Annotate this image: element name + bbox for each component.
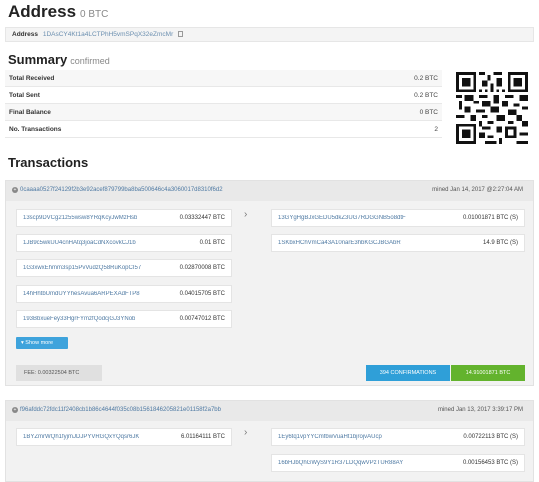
transaction-header: +0caaaa0527f24129f2b3e92acef879799ba8ba5… (6, 181, 533, 201)
summary-label: Total Sent (9, 91, 40, 99)
input-row: 1BYZmrWQh1fyjmJDJPYVRGQxYQqsr6JK 6.01164… (16, 428, 232, 446)
output-amount: 0.00722113 BTC (S) (463, 434, 518, 440)
input-row: 1JB9c5wkUU4cnHAtq3joaCdNXcovkCJ1b 0.01 B… (16, 234, 232, 252)
summary-row-total-sent: Total Sent 0.2 BTC (5, 87, 442, 104)
summary-title: Summary (8, 52, 68, 67)
input-address[interactable]: 1JB9c5wkUU4cnHAtq3joaCdNXcovkCJ1b (23, 240, 136, 246)
output-address[interactable]: 1Ey6tq1vpYYCmfbwVuaHt1bjrojvAUcp (278, 434, 382, 440)
output-address[interactable]: 1SKbxHChVmCa43A10narE3hbKGCJBGAbR (278, 240, 401, 246)
input-amount: 0.03332447 BTC (179, 215, 225, 221)
address-heading: Address 0 BTC (8, 2, 108, 22)
output-row: 1Ey6tq1vpYYCmfbwVuaHt1bjrojvAUcp 0.00722… (271, 428, 525, 446)
arrow-right-icon: › (244, 209, 248, 220)
summary-value: 2 (434, 125, 438, 133)
transactions-title: Transactions (8, 155, 89, 170)
summary-value: 0.2 BTC (414, 74, 438, 82)
address-label: Address (12, 31, 39, 38)
summary-heading: Summary confirmed (8, 52, 110, 67)
output-row: 16bHJbQhGWyS9Y1R37LDQqwVPzTUR88AY 0.0015… (271, 454, 525, 472)
output-address[interactable]: 13GYgHgBJxGEDU5dkZ3UG7RDGGNB5o8dtF (278, 215, 406, 221)
confirmations-badge[interactable]: 394 CONFIRMATIONS (366, 365, 450, 381)
transaction-hash[interactable]: 0caaaa0527f24129f2b3e92acef879799ba8ba50… (20, 187, 223, 193)
output-amount: 0.01001871 BTC (S) (462, 215, 518, 221)
mined-time: mined Jan 13, 2017 3:39:17 PM (437, 407, 523, 413)
summary-label: Total Received (9, 74, 55, 82)
summary-value: 0.2 BTC (414, 91, 438, 99)
input-amount: 0.01 BTC (199, 240, 225, 246)
transaction-header: + f96afddc72fdc11f2408cb1b86c4644f035c08b… (6, 401, 533, 421)
copy-icon[interactable] (178, 31, 184, 37)
input-address[interactable]: 1G3xwxEhmm3sp15PvVudzQ58RuKopCI57 (23, 265, 141, 271)
address-title: Address (8, 2, 77, 21)
address-bar: Address 1DAsCY4Kt1a4LCTPhH5vmSPqX32eZmcM… (5, 27, 534, 42)
input-amount: 0.04015705 BTC (179, 291, 225, 297)
input-address[interactable]: 13scp9DVCg21z55wsw8YRqKcyJwMzHsb (23, 215, 137, 221)
input-amount: 0.02870008 BTC (179, 265, 225, 271)
address-balance: 0 BTC (80, 9, 109, 20)
total-amount-badge[interactable]: 14.91001871 BTC (451, 365, 525, 381)
input-amount: 0.00747012 BTC (179, 316, 225, 322)
input-address[interactable]: 1BYZmrWQh1fyjmJDJPYVRGQxYQqsr6JK (23, 434, 139, 440)
input-row: 14hHhtbUmdUYYhesAvua6ARPEXAdFTP8 0.04015… (16, 285, 232, 303)
transaction-hash[interactable]: f96afddc72fdc11f2408cb1b86c4644f035c08b1… (20, 407, 221, 413)
input-row: 13scp9DVCg21z55wsw8YRqKcyJwMzHsb 0.03332… (16, 209, 232, 227)
summary-row-final-balance: Final Balance 0 BTC (5, 104, 442, 121)
summary-table: Total Received 0.2 BTC Total Sent 0.2 BT… (5, 70, 442, 138)
summary-row-total-received: Total Received 0.2 BTC (5, 70, 442, 87)
chevron-down-icon: ▾ (21, 340, 24, 346)
summary-subtitle: confirmed (70, 56, 110, 66)
show-more-button[interactable]: ▾ Show more (16, 337, 68, 349)
transaction-card: + f96afddc72fdc11f2408cb1b86c4644f035c08b… (5, 400, 534, 482)
input-row: 193BbxueFey33HgrFYmzfQodcjGJ3YNob 0.0074… (16, 310, 232, 328)
summary-value: 0 BTC (419, 108, 438, 116)
qr-code (456, 72, 528, 144)
input-address[interactable]: 14hHhtbUmdUYYhesAvua6ARPEXAdFTP8 (23, 291, 140, 297)
output-amount: 0.00156453 BTC (S) (462, 460, 518, 466)
input-amount: 6.01164111 BTC (180, 434, 225, 440)
show-more-label: Show more (25, 340, 54, 346)
summary-label: Final Balance (9, 108, 51, 116)
summary-label: No. Transactions (9, 125, 62, 133)
output-row: 1SKbxHChVmCa43A10narE3hbKGCJBGAbR 14.9 B… (271, 234, 525, 252)
mined-time: mined Jan 14, 2017 @2:27:04 AM (432, 187, 523, 193)
fee-badge: FEE: 0.00322504 BTC (16, 365, 102, 381)
output-address[interactable]: 16bHJbQhGWyS9Y1R37LDQqwVPzTUR88AY (278, 460, 403, 466)
output-amount: 14.9 BTC (S) (482, 240, 518, 246)
transaction-card: +0caaaa0527f24129f2b3e92acef879799ba8ba5… (5, 180, 534, 386)
summary-row-no-transactions: No. Transactions 2 (5, 121, 442, 138)
address-value[interactable]: 1DAsCY4Kt1a4LCTPhH5vmSPqX32eZmcMr (43, 31, 173, 38)
output-row: 13GYgHgBJxGEDU5dkZ3UG7RDGGNB5o8dtF 0.010… (271, 209, 525, 227)
expand-icon[interactable]: + (12, 187, 18, 193)
arrow-right-icon: › (244, 427, 248, 438)
input-row: 1G3xwxEhmm3sp15PvVudzQ58RuKopCI57 0.0287… (16, 259, 232, 277)
input-address[interactable]: 193BbxueFey33HgrFYmzfQodcjGJ3YNob (23, 316, 135, 322)
expand-icon[interactable]: + (12, 407, 18, 413)
